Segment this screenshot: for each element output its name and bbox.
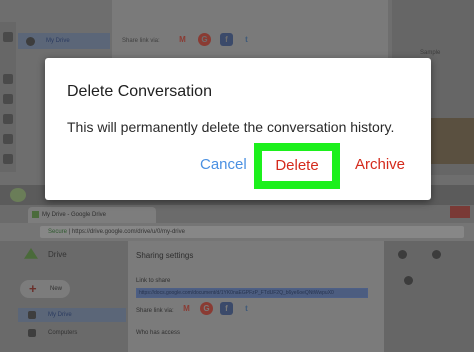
- apps-icon: [432, 250, 441, 259]
- rail-icon: [3, 74, 13, 84]
- drive-favicon-icon: [32, 211, 39, 218]
- drive-app-name: Drive: [48, 250, 67, 259]
- rail-icon: [3, 94, 13, 104]
- address-bar: Secure | https://drive.google.com/drive/…: [40, 226, 464, 238]
- background-side-rail: [0, 22, 16, 172]
- window-close-icon: [450, 206, 470, 218]
- rail-icon: [3, 32, 13, 42]
- rail-icon: [3, 114, 13, 124]
- background-nav-item-my-drive: My Drive: [18, 33, 110, 49]
- facebook-icon: f: [220, 302, 233, 315]
- delete-button[interactable]: Delete: [262, 151, 332, 181]
- computer-icon: [28, 329, 36, 337]
- archive-button[interactable]: Archive: [355, 156, 405, 173]
- background-share-panel: [112, 0, 388, 60]
- background-new-button: + New: [20, 280, 70, 298]
- who-has-access-label: Who has access: [136, 330, 181, 336]
- twitter-icon: t: [245, 304, 248, 313]
- background-share-via-label: Share link via:: [122, 38, 160, 44]
- facebook-icon: f: [220, 33, 233, 46]
- plus-icon: +: [29, 281, 37, 296]
- trash-icon: [404, 276, 413, 285]
- address-bar-url: https://drive.google.com/drive/u/0/my-dr…: [71, 229, 185, 235]
- sharing-settings-title: Sharing settings: [136, 251, 194, 260]
- background-nav-item-my-drive: My Drive: [18, 308, 126, 322]
- background-drive-right-panel: [384, 241, 474, 352]
- browser-tab: My Drive - Google Drive: [28, 207, 156, 223]
- drive-folder-icon: [26, 37, 35, 46]
- twitter-icon: t: [245, 35, 248, 44]
- delete-conversation-dialog: Delete Conversation This will permanentl…: [45, 58, 431, 200]
- start-button-icon: [10, 188, 26, 202]
- settings-icon: [398, 250, 407, 259]
- folder-icon: [28, 311, 36, 319]
- secure-label: Secure: [48, 229, 68, 235]
- gmail-icon: M: [179, 35, 186, 44]
- google-plus-icon: G: [198, 33, 211, 46]
- rail-icon: [3, 154, 13, 164]
- cancel-button[interactable]: Cancel: [200, 156, 247, 173]
- dialog-actions: Cancel Delete Archive: [45, 58, 431, 200]
- google-plus-icon: G: [200, 302, 213, 315]
- background-sample-label: Sample: [420, 50, 441, 56]
- rail-icon: [3, 134, 13, 144]
- share-link-field: https://docs.google.com/document/d/1YK0n…: [136, 288, 368, 298]
- gmail-icon: M: [183, 304, 190, 313]
- link-to-share-label: Link to share: [136, 278, 171, 284]
- sharing-share-via-label: Share link via:: [136, 308, 174, 314]
- background-nav-item-computers: Computers: [18, 326, 126, 340]
